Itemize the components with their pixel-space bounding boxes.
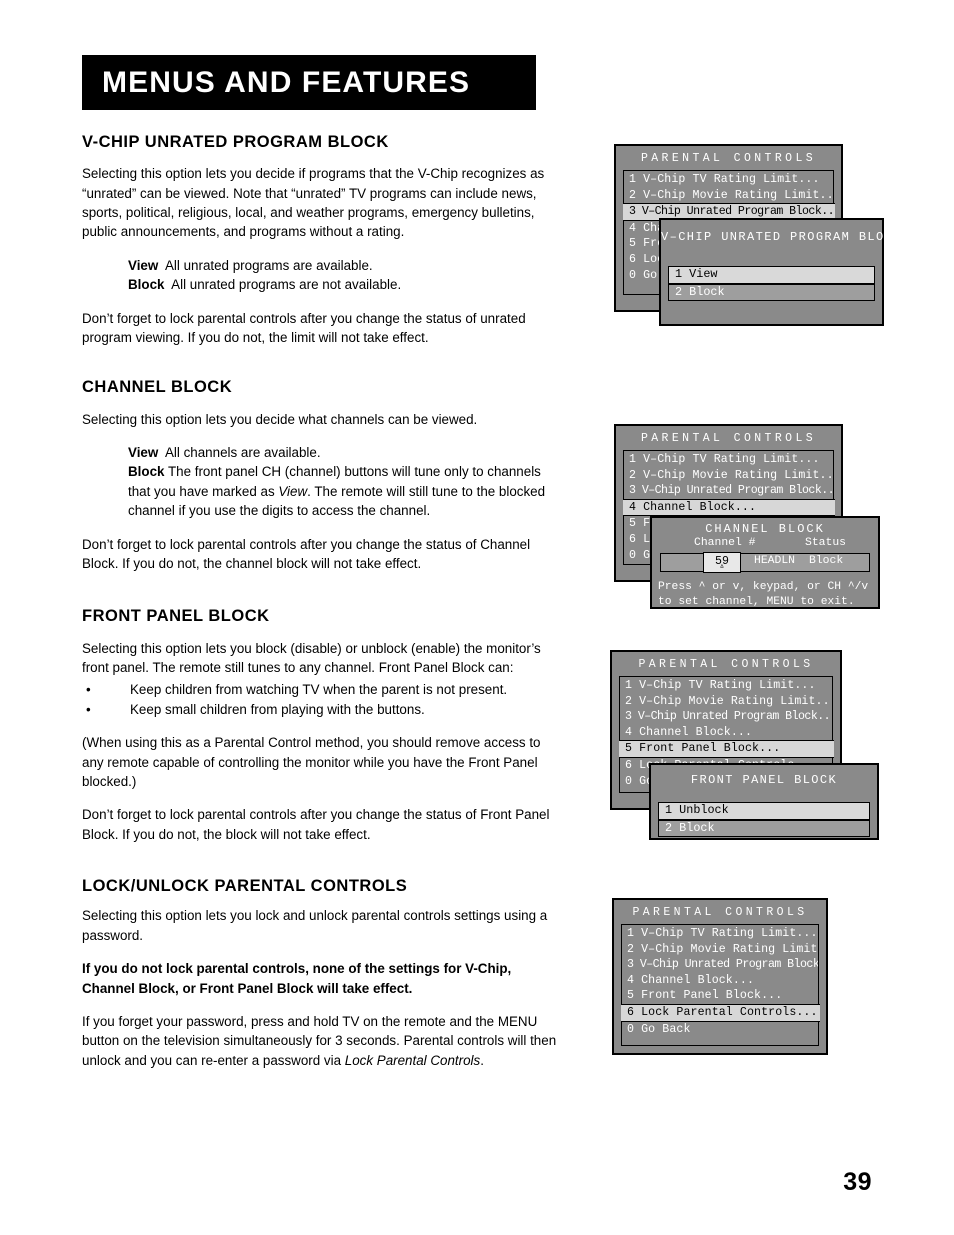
- paragraph-text-italic: Lock Parental Controls: [344, 1052, 481, 1068]
- list-item: • Keep children from watching TV when the…: [82, 680, 564, 699]
- paragraph: Don’t forget to lock parental controls a…: [82, 536, 531, 571]
- bullet-icon: •: [86, 701, 91, 717]
- osd-menu-list: 1 V–Chip TV Rating Limit... 2 V–Chip Mov…: [620, 924, 820, 1046]
- column-header-channel: Channel #: [694, 537, 756, 549]
- section-channel-block: CHANNEL BLOCK Selecting this option lets…: [82, 378, 564, 573]
- definition-list: View All unrated programs are available.…: [82, 256, 564, 295]
- list-item: • Keep small children from playing with t…: [82, 700, 564, 719]
- osd-dialog-vchip-unrated: V–CHIP UNRATED PROGRAM BLOCK 1 View 2 Bl…: [659, 218, 902, 326]
- article-body: V-CHIP UNRATED PROGRAM BLOCK Selecting t…: [82, 133, 564, 1095]
- osd-menu-item-4[interactable]: 4 Channel Block...: [622, 498, 835, 517]
- section-heading: LOCK/UNLOCK PARENTAL CONTROLS: [82, 877, 408, 896]
- osd-option-unblock[interactable]: 1 Unblock: [658, 802, 870, 820]
- osd-menu-item-5[interactable]: 5 Front Panel Block...: [618, 740, 834, 758]
- osd-dialog-options: 1 View 2 Block: [668, 266, 875, 301]
- definition-term: View: [128, 444, 159, 460]
- page-title: MENUS AND FEATURES: [102, 65, 471, 99]
- osd-menu-item-1[interactable]: 1 V–Chip TV Rating Limit...: [624, 452, 833, 468]
- definition-text: All unrated programs are available.: [164, 257, 373, 273]
- osd-menu-title: PARENTAL CONTROLS: [640, 152, 817, 165]
- list-item-label: Keep children from watching TV when the …: [130, 682, 508, 698]
- paragraph-emphasis: If you do not lock parental controls, no…: [82, 961, 512, 996]
- paragraph: Don’t forget to lock parental controls a…: [82, 807, 550, 842]
- osd-menu-title: PARENTAL CONTROLS: [638, 658, 814, 671]
- paragraph: If you forget your password, press and h…: [82, 1012, 564, 1070]
- osd-menu-item-0[interactable]: 0 Go Back: [622, 1022, 818, 1038]
- paragraph: Selecting this option lets you decide if…: [82, 166, 545, 240]
- channel-number-input[interactable]: 59 ▵: [703, 552, 741, 573]
- paragraph: Selecting this option lets you decide wh…: [82, 411, 478, 427]
- column-header-status: Status: [805, 537, 847, 549]
- bullet-list: • Keep children from watching TV when the…: [82, 680, 564, 719]
- osd-menu-item-2[interactable]: 2 V–Chip Movie Rating Limit...: [624, 468, 833, 484]
- bullet-icon: •: [86, 682, 91, 698]
- section-vchip-unrated-program-block: V-CHIP UNRATED PROGRAM BLOCK Selecting t…: [82, 133, 564, 347]
- osd-dialog-title: CHANNEL BLOCK: [705, 522, 825, 536]
- figure-channel-block: PARENTAL CONTROLS 1 V–Chip TV Rating Lim…: [614, 424, 894, 609]
- osd-menu-item-6[interactable]: 6 Lock Parental Controls...: [620, 1003, 820, 1022]
- paragraph-text-a: If you forget your password, press and h…: [82, 1013, 557, 1068]
- osd-menu-item-1[interactable]: 1 V–Chip TV Rating Limit...: [620, 678, 832, 694]
- osd-dialog-title: FRONT PANEL BLOCK: [690, 773, 838, 787]
- osd-menu-item-5[interactable]: 5 Front Panel Block...: [622, 988, 818, 1004]
- figure-vchip-unrated-program-block: PARENTAL CONTROLS 1 V–Chip TV Rating Lim…: [614, 144, 902, 334]
- paragraph-text-b: .: [480, 1052, 484, 1068]
- osd-menu-item-2[interactable]: 2 V–Chip Movie Rating Limit...: [624, 188, 833, 204]
- definition-term: Block: [128, 277, 165, 293]
- osd-option-view[interactable]: 1 View: [668, 266, 875, 284]
- osd-menu-item-3[interactable]: 3 V–Chip Unrated Program Block...: [620, 709, 832, 725]
- osd-menu-title: PARENTAL CONTROLS: [632, 906, 808, 919]
- osd-dialog-title: V–CHIP UNRATED PROGRAM BLOCK: [661, 230, 902, 244]
- osd-menu-item-4[interactable]: 4 Channel Block...: [620, 725, 832, 741]
- osd-option-block[interactable]: 2 Block: [658, 819, 870, 837]
- definition-text: All channels are available.: [164, 444, 321, 460]
- channel-status-label: Block: [809, 555, 844, 567]
- osd-menu-item-4[interactable]: 4 Channel Block...: [622, 973, 818, 989]
- osd-help-line-1: Press ^ or v, keypad, or CH ^/v: [658, 581, 869, 593]
- text-cursor-icon: ▵: [719, 561, 725, 571]
- osd-dialog-channel-block: CHANNEL BLOCK Channel # Status HEADLN Bl…: [650, 516, 880, 609]
- list-item-label: Keep small children from playing with th…: [130, 701, 425, 717]
- definition-text-italic: View: [278, 483, 308, 499]
- osd-dialog-options: 1 Unblock 2 Block: [658, 802, 870, 837]
- osd-menu-item-3[interactable]: 3 V–Chip Unrated Program Block...: [622, 957, 818, 973]
- paragraph: Don’t forget to lock parental controls a…: [82, 310, 526, 345]
- osd-menu-item-2[interactable]: 2 V–Chip Movie Rating Limit...: [620, 694, 832, 710]
- channel-name-label: HEADLN: [754, 555, 796, 567]
- paragraph: Selecting this option lets you block (di…: [82, 640, 541, 675]
- osd-channel-block-row: HEADLN Block 59 ▵: [660, 552, 870, 573]
- section-lock-unlock-parental-controls: LOCK/UNLOCK PARENTAL CONTROLS Selecting …: [82, 877, 564, 1070]
- osd-menu-item-3[interactable]: 3 V–Chip Unrated Program Block...: [624, 483, 833, 499]
- osd-parental-controls-menu: PARENTAL CONTROLS 1 V–Chip TV Rating Lim…: [612, 898, 828, 1055]
- osd-option-block[interactable]: 2 Block: [668, 283, 875, 301]
- section-heading: FRONT PANEL BLOCK: [82, 607, 270, 626]
- osd-channel-block-headers: Channel # Status: [660, 537, 870, 553]
- section-heading: CHANNEL BLOCK: [82, 378, 233, 397]
- paragraph: Selecting this option lets you lock and …: [82, 908, 548, 943]
- osd-menu-item-2[interactable]: 2 V–Chip Movie Rating Limit...: [622, 942, 818, 958]
- definition-view: View All channels are available.: [128, 443, 564, 462]
- definition-block: Block The front panel CH (channel) butto…: [128, 462, 564, 520]
- osd-menu-item-1[interactable]: 1 V–Chip TV Rating Limit...: [624, 172, 833, 188]
- figure-front-panel-block: PARENTAL CONTROLS 1 V–Chip TV Rating Lim…: [610, 650, 895, 840]
- page-number: 39: [843, 1168, 872, 1196]
- paragraph: (When using this as a Parental Control m…: [82, 735, 541, 789]
- figure-lock-parental-controls: PARENTAL CONTROLS 1 V–Chip TV Rating Lim…: [612, 898, 897, 1063]
- page-banner: MENUS AND FEATURES: [82, 55, 536, 110]
- definition-term: View: [128, 257, 159, 273]
- osd-menu-item-1[interactable]: 1 V–Chip TV Rating Limit...: [622, 926, 818, 942]
- osd-dialog-front-panel-block: FRONT PANEL BLOCK 1 Unblock 2 Block: [649, 763, 879, 840]
- section-front-panel-block: FRONT PANEL BLOCK Selecting this option …: [82, 607, 564, 844]
- osd-help-line-2: to set channel, MENU to exit.: [658, 595, 855, 608]
- definition-term: Block: [128, 464, 165, 480]
- definition-list: View All channels are available. Block T…: [82, 443, 564, 521]
- osd-menu-title: PARENTAL CONTROLS: [640, 432, 817, 445]
- definition-block: Block All unrated programs are not avail…: [128, 275, 564, 294]
- section-heading: V-CHIP UNRATED PROGRAM BLOCK: [82, 133, 389, 151]
- definition-text: All unrated programs are not available.: [171, 277, 402, 293]
- definition-view: View All unrated programs are available.: [128, 256, 564, 275]
